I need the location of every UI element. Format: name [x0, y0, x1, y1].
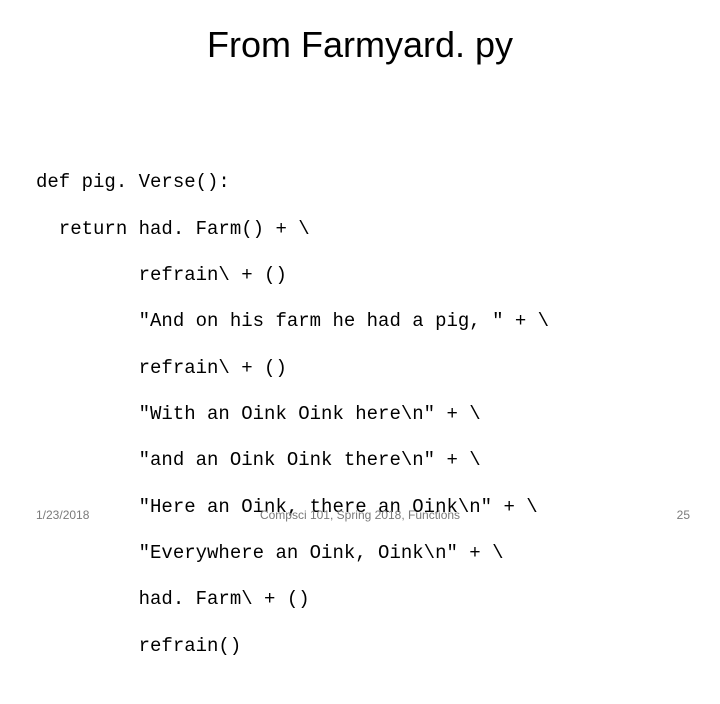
code-line: "With an Oink Oink here\n" + \ — [36, 403, 700, 426]
code-line: "Everywhere an Oink, Oink\n" + \ — [36, 542, 700, 565]
code-line: refrain() — [36, 635, 700, 658]
code-line: had. Farm\ + () — [36, 588, 700, 611]
footer-page-number: 25 — [677, 508, 690, 522]
slide: From Farmyard. py def pig. Verse(): retu… — [0, 0, 720, 540]
code-block: def pig. Verse(): return had. Farm() + \… — [36, 148, 700, 704]
code-line: refrain\ + () — [36, 264, 700, 287]
footer-center: Compsci 101, Spring 2018, Functions — [0, 508, 720, 522]
code-line: "and an Oink Oink there\n" + \ — [36, 449, 700, 472]
code-line: return had. Farm() + \ — [36, 218, 700, 241]
code-line: "And on his farm he had a pig, " + \ — [36, 310, 700, 333]
code-line: def pig. Verse(): — [36, 171, 700, 194]
slide-title: From Farmyard. py — [0, 0, 720, 76]
code-line: refrain\ + () — [36, 357, 700, 380]
